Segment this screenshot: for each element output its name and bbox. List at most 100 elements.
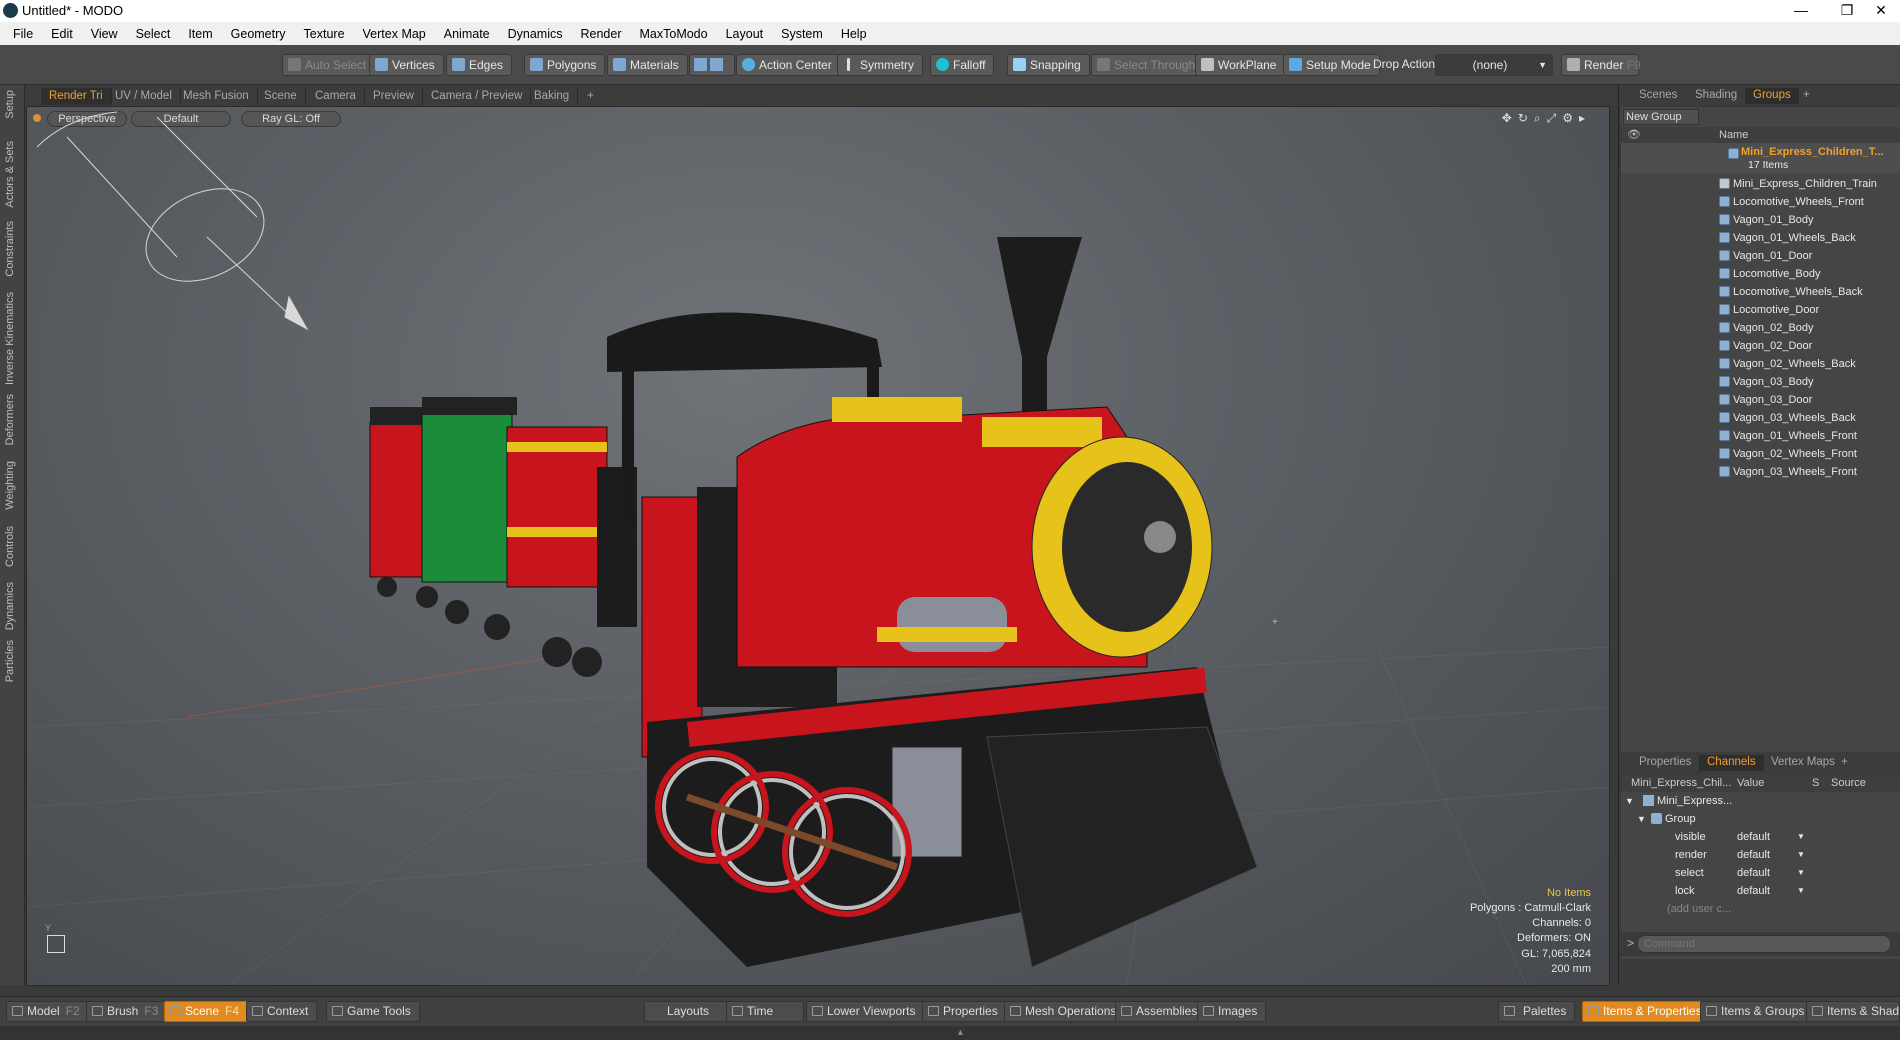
properties-button[interactable]: Properties (922, 1001, 1007, 1022)
menu-texture[interactable]: Texture (295, 27, 354, 41)
channel-row[interactable]: render default ▼ (1621, 846, 1900, 864)
channel-group-row[interactable]: ▼ Group (1621, 810, 1900, 828)
layouts-button[interactable]: Layouts (644, 1001, 733, 1022)
context-button[interactable]: Context (246, 1001, 318, 1022)
list-item[interactable]: Locomotive_Body (1621, 265, 1900, 283)
tab-baking[interactable]: Baking (526, 88, 579, 105)
tab-camera[interactable]: Camera (307, 88, 365, 105)
tab-preview[interactable]: Preview (365, 88, 423, 105)
add-tab-button[interactable]: + (579, 88, 602, 105)
chevron-down-icon[interactable]: ▼ (1797, 846, 1805, 864)
add-lower-tab-button[interactable]: + (1833, 755, 1856, 771)
menu-animate[interactable]: Animate (435, 27, 499, 41)
list-item[interactable]: Vagon_02_Body (1621, 319, 1900, 337)
mesh-operations-button[interactable]: Mesh Operations (1004, 1001, 1126, 1022)
tab-vertex-maps[interactable]: Vertex Maps (1763, 755, 1843, 771)
vtab-actors-sets[interactable]: Actors & Sets (4, 141, 16, 208)
add-right-tab-button[interactable]: + (1795, 88, 1818, 104)
list-item[interactable]: Mini_Express_Children_Train (1621, 175, 1900, 193)
vtab-particles[interactable]: Particles (4, 640, 16, 682)
list-item[interactable]: Locomotive_Wheels_Front (1621, 193, 1900, 211)
expand-up-icon[interactable]: ▲ (956, 1027, 965, 1037)
menu-layout[interactable]: Layout (717, 27, 773, 41)
add-user-channel-row[interactable]: (add user c... (1621, 900, 1900, 918)
polygons-button[interactable]: Polygons (524, 54, 606, 76)
channel-root-row[interactable]: ▼ Mini_Express... (1621, 792, 1900, 810)
channel-row[interactable]: visible default ▼ (1621, 828, 1900, 846)
images-button[interactable]: Images (1197, 1001, 1267, 1022)
new-group-button[interactable]: New Group (1623, 109, 1699, 125)
menu-render[interactable]: Render (572, 27, 631, 41)
tab-channels[interactable]: Channels (1699, 755, 1764, 771)
list-item[interactable]: Vagon_01_Wheels_Front (1621, 427, 1900, 445)
time-button[interactable]: Time (726, 1001, 804, 1022)
workplane-button[interactable]: WorkPlane (1195, 54, 1286, 76)
expand-triangle-icon[interactable]: ▼ (1625, 792, 1634, 810)
select-through-button[interactable]: Select Through (1091, 54, 1205, 76)
list-item[interactable]: Vagon_03_Door (1621, 391, 1900, 409)
menu-file[interactable]: File (4, 27, 42, 41)
menu-help[interactable]: Help (832, 27, 876, 41)
list-item[interactable]: Vagon_03_Body (1621, 373, 1900, 391)
list-item[interactable]: Vagon_02_Wheels_Front (1621, 445, 1900, 463)
vtab-constraints[interactable]: Constraints (4, 221, 16, 277)
render-button[interactable]: Render F9 (1561, 54, 1641, 76)
model-layout-button[interactable]: Model F2 (6, 1001, 89, 1022)
tab-camera-preview[interactable]: Camera / Preview (423, 88, 532, 105)
list-item[interactable]: Vagon_01_Body (1621, 211, 1900, 229)
menu-item[interactable]: Item (179, 27, 221, 41)
vtab-weighting[interactable]: Weighting (4, 461, 16, 510)
scene-layout-button[interactable]: Scene F4 (164, 1001, 249, 1022)
edges-button[interactable]: Edges (446, 54, 513, 76)
tab-uv-model[interactable]: UV / Model (107, 88, 181, 105)
vtab-setup[interactable]: Setup (4, 90, 16, 119)
vtab-dynamics[interactable]: Dynamics (4, 582, 16, 630)
menu-select[interactable]: Select (127, 27, 180, 41)
list-item[interactable]: Vagon_02_Door (1621, 337, 1900, 355)
menu-vertex-map[interactable]: Vertex Map (354, 27, 435, 41)
brush-layout-button[interactable]: Brush F3 (86, 1001, 168, 1022)
items-shading-button[interactable]: Items & Shadin (1806, 1001, 1900, 1022)
chevron-down-icon[interactable]: ▼ (1797, 882, 1805, 900)
selection-sets-button[interactable] (689, 54, 735, 76)
tab-scene[interactable]: Scene (256, 88, 306, 105)
action-center-button[interactable]: Action Center (736, 54, 841, 76)
chevron-down-icon[interactable]: ▼ (1797, 864, 1805, 882)
items-properties-button[interactable]: Items & Properties (1582, 1001, 1711, 1022)
tab-shading[interactable]: Shading (1687, 88, 1745, 104)
auto-select-button[interactable]: Auto Select (282, 54, 376, 76)
setup-mode-button[interactable]: Setup Mode (1283, 54, 1380, 76)
game-tools-button[interactable]: Game Tools (326, 1001, 420, 1022)
list-item[interactable]: Locomotive_Door (1621, 301, 1900, 319)
items-groups-button[interactable]: Items & Groups (1700, 1001, 1814, 1022)
assemblies-button[interactable]: Assemblies (1115, 1001, 1207, 1022)
close-button[interactable]: ✕ (1862, 0, 1900, 22)
channel-row[interactable]: lock default ▼ (1621, 882, 1900, 900)
vtab-deformers[interactable]: Deformers (4, 394, 16, 445)
menu-edit[interactable]: Edit (42, 27, 82, 41)
symmetry-button[interactable]: Symmetry (837, 54, 923, 76)
minimize-button[interactable]: — (1778, 0, 1824, 22)
list-item[interactable]: Vagon_03_Wheels_Back (1621, 409, 1900, 427)
list-item[interactable]: Locomotive_Wheels_Back (1621, 283, 1900, 301)
snapping-button[interactable]: Snapping (1007, 54, 1090, 76)
menu-geometry[interactable]: Geometry (222, 27, 295, 41)
expand-triangle-icon[interactable]: ▼ (1637, 810, 1646, 828)
lower-viewports-button[interactable]: Lower Viewports (806, 1001, 925, 1022)
drop-action-select[interactable]: (none) ▼ (1435, 54, 1553, 76)
command-input[interactable] (1637, 935, 1891, 953)
vtab-controls[interactable]: Controls (4, 526, 16, 567)
menu-dynamics[interactable]: Dynamics (499, 27, 572, 41)
menu-system[interactable]: System (772, 27, 832, 41)
tab-groups[interactable]: Groups (1745, 88, 1799, 104)
3d-viewport[interactable]: Perspective Default Ray GL: Off ✥↻⌕⤢⚙▸ +… (26, 106, 1610, 986)
channel-row[interactable]: select default ▼ (1621, 864, 1900, 882)
list-item[interactable]: Vagon_03_Wheels_Front (1621, 463, 1900, 481)
list-item[interactable]: Vagon_02_Wheels_Back (1621, 355, 1900, 373)
falloff-button[interactable]: Falloff (930, 54, 995, 76)
tab-mesh-fusion[interactable]: Mesh Fusion (175, 88, 258, 105)
chevron-down-icon[interactable]: ▼ (1797, 828, 1805, 846)
menu-maxtomodo[interactable]: MaxToModo (631, 27, 717, 41)
tab-scenes[interactable]: Scenes (1631, 88, 1685, 104)
list-item[interactable]: Vagon_01_Wheels_Back (1621, 229, 1900, 247)
